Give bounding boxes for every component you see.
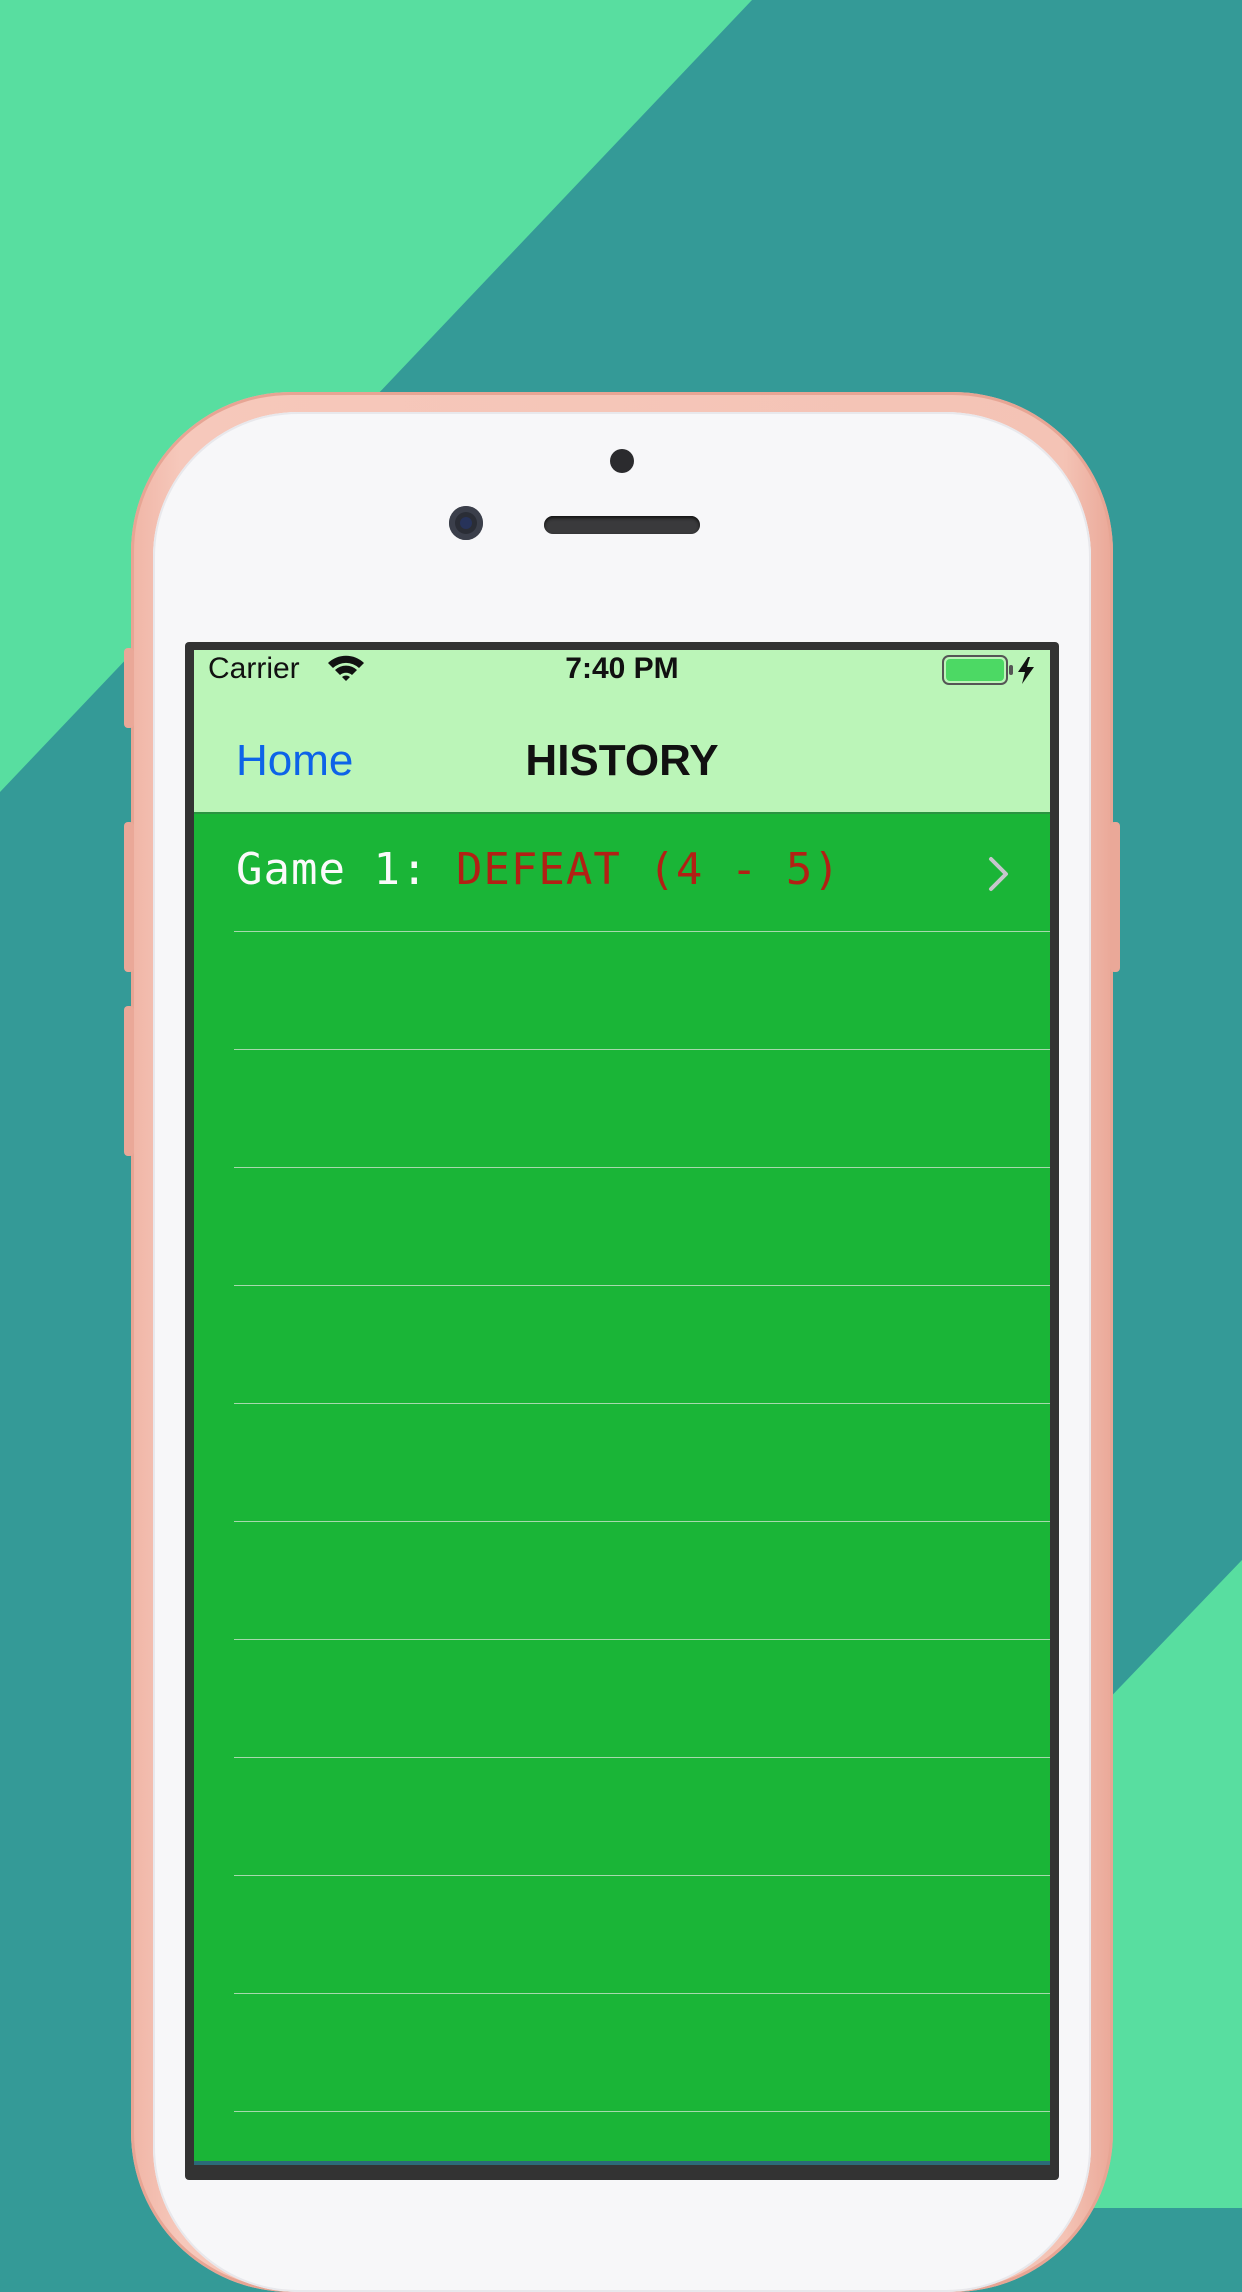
power-button <box>1110 822 1120 972</box>
status-time: 7:40 PM <box>565 652 679 685</box>
app-screen: Carrier 7:40 PM Home HISTORY Game 1: DEF… <box>194 650 1050 2165</box>
game-history-row[interactable]: Game 1: DEFEAT (4 - 5) <box>194 814 1050 932</box>
game-row-label: Game 1: DEFEAT (4 - 5) <box>236 844 841 895</box>
page-title: HISTORY <box>525 736 719 785</box>
navigation-bar: Carrier 7:40 PM Home HISTORY <box>194 650 1050 814</box>
earpiece-speaker <box>544 516 700 534</box>
status-bar: Carrier 7:40 PM <box>194 650 1050 690</box>
volume-down-button <box>124 1006 134 1156</box>
screen-bottom-edge <box>194 2161 1050 2165</box>
front-sensor <box>610 449 634 473</box>
empty-row <box>194 932 1050 1050</box>
game-result: DEFEAT (4 - 5) <box>455 844 841 895</box>
empty-row <box>194 1640 1050 1758</box>
empty-row <box>194 1758 1050 1876</box>
battery-charging-icon <box>942 655 1034 685</box>
empty-row <box>194 1404 1050 1522</box>
empty-row <box>194 1522 1050 1640</box>
front-camera <box>449 506 483 540</box>
empty-row <box>194 1876 1050 1994</box>
mute-switch <box>124 648 134 728</box>
empty-row <box>194 1286 1050 1404</box>
volume-up-button <box>124 822 134 972</box>
chevron-right-icon <box>989 857 1008 891</box>
empty-row <box>194 1168 1050 1286</box>
empty-row <box>194 1994 1050 2112</box>
row-separator <box>234 2111 1050 2112</box>
game-number: Game 1: <box>236 844 429 895</box>
empty-row <box>194 1050 1050 1168</box>
